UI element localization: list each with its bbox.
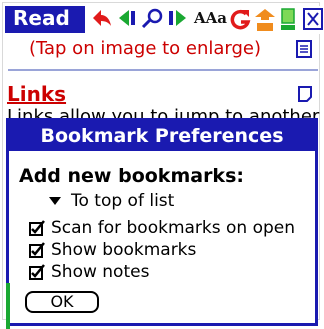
read-tab[interactable]: Read <box>5 6 85 30</box>
search-icon[interactable] <box>141 8 165 28</box>
section-divider <box>8 69 318 71</box>
bookmark-preferences-dialog: Bookmark Preferences Add new bookmarks: … <box>6 118 318 329</box>
prev-icon[interactable] <box>117 8 139 28</box>
checkbox-checked-icon[interactable] <box>29 242 45 258</box>
add-new-bookmarks-label: Add new bookmarks: <box>19 165 244 187</box>
checkbox-checked-icon[interactable] <box>29 220 45 236</box>
note-icon[interactable] <box>298 86 312 102</box>
scan-bookmarks-label: Scan for bookmarks on open <box>51 218 296 238</box>
dropdown-value: To top of list <box>71 191 175 211</box>
show-notes-label: Show notes <box>51 262 150 282</box>
checkbox-checked-icon[interactable] <box>29 264 45 280</box>
toolbar: Read AAa <box>5 6 323 34</box>
notes-icon[interactable] <box>279 8 297 32</box>
scan-bookmarks-checkbox-row[interactable]: Scan for bookmarks on open <box>29 218 295 238</box>
links-heading: Links <box>7 82 67 106</box>
document-list-icon[interactable] <box>296 40 312 58</box>
sync-icon[interactable] <box>229 8 251 30</box>
close-icon[interactable] <box>303 8 323 30</box>
show-bookmarks-label: Show bookmarks <box>51 240 197 260</box>
focus-indicator <box>6 283 10 329</box>
show-bookmarks-checkbox-row[interactable]: Show bookmarks <box>29 240 196 260</box>
dialog-title: Bookmark Preferences <box>9 121 315 151</box>
bookmark-icon[interactable] <box>254 8 276 32</box>
add-position-dropdown[interactable]: To top of list <box>49 191 174 211</box>
toolbar-underline <box>5 30 85 33</box>
ok-button[interactable]: OK <box>25 291 99 313</box>
chevron-down-icon <box>49 197 61 205</box>
next-icon[interactable] <box>167 8 189 28</box>
show-notes-checkbox-row[interactable]: Show notes <box>29 262 149 282</box>
tap-to-enlarge-text[interactable]: (Tap on image to enlarge) <box>20 38 270 59</box>
font-icon[interactable]: AAa <box>194 9 227 27</box>
back-arrow-icon[interactable] <box>91 8 113 28</box>
